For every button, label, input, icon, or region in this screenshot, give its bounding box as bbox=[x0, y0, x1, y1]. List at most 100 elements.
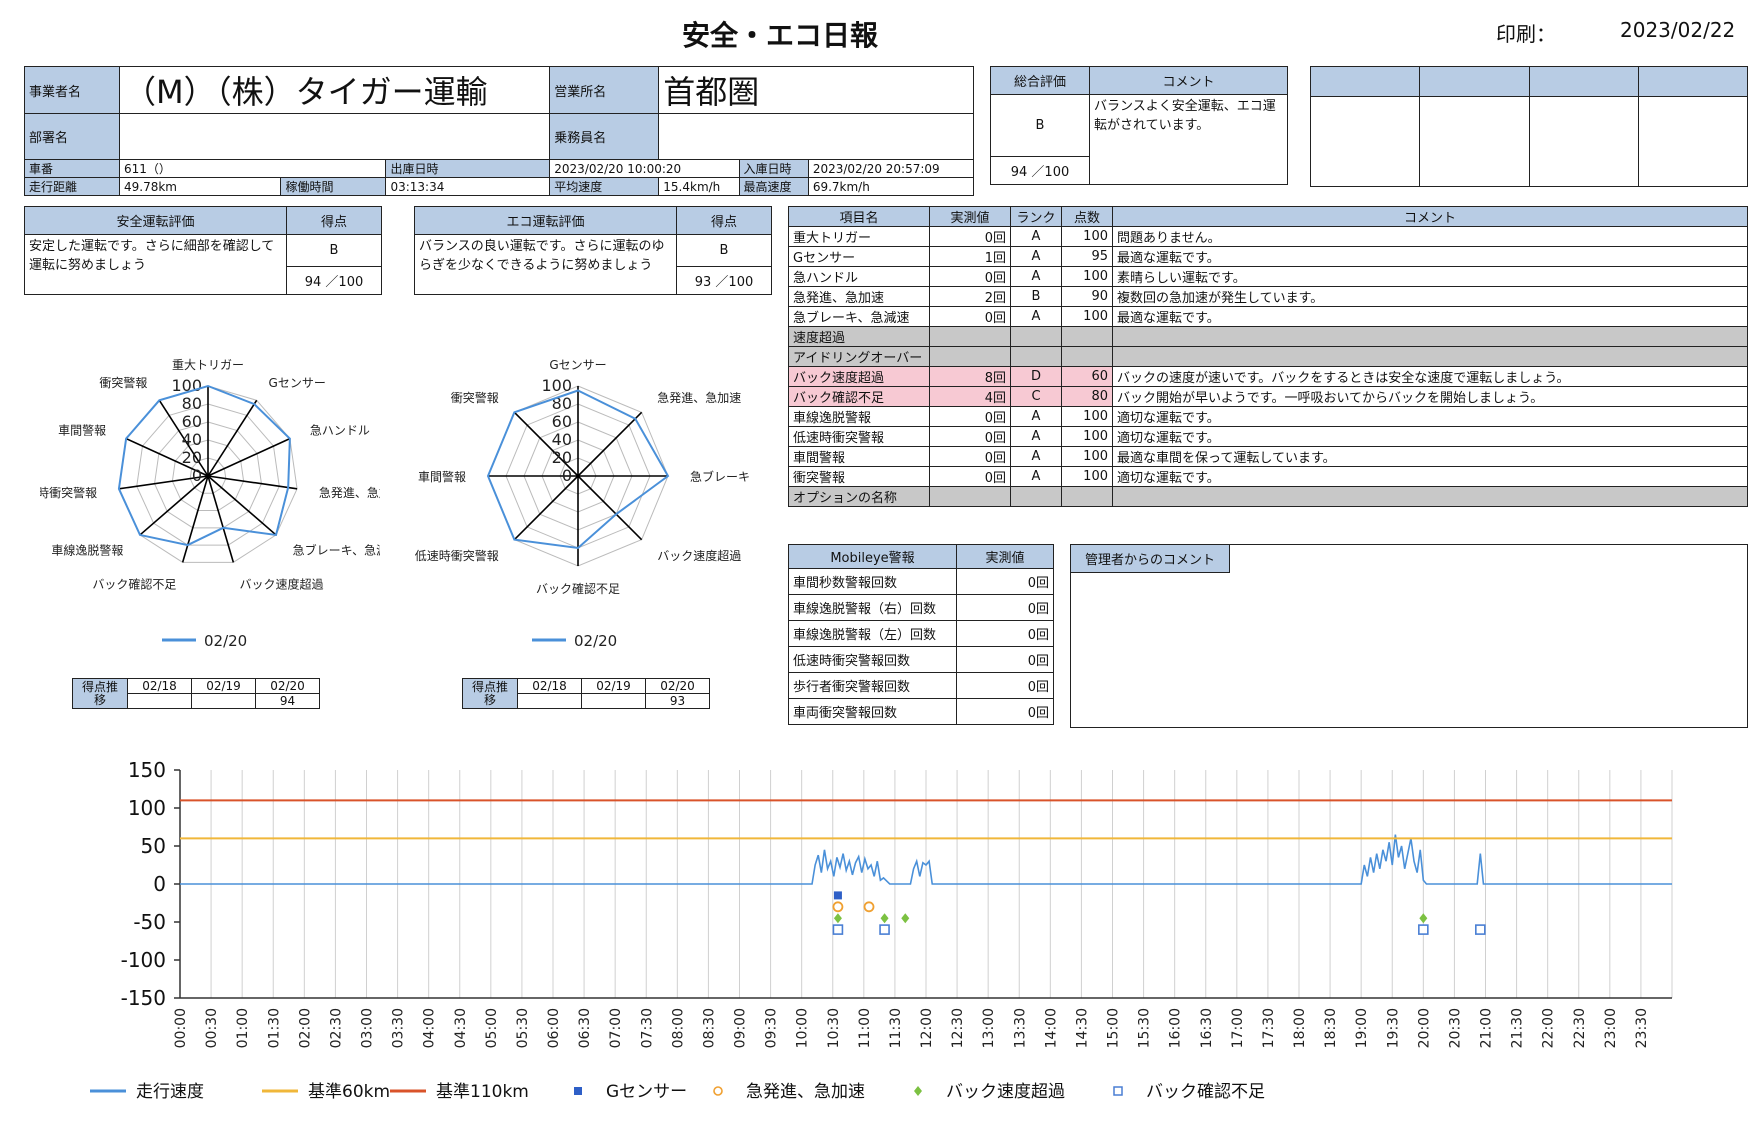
item-name: Gセンサー bbox=[788, 246, 930, 267]
out-label: 出庫日時 bbox=[385, 159, 551, 178]
item-val: 0回 bbox=[929, 406, 1011, 427]
radar-tick-label: 20 bbox=[552, 448, 572, 467]
manager-comment-text[interactable] bbox=[1071, 573, 1747, 581]
radar-axis-label: 衝突警報 bbox=[99, 375, 147, 390]
chart-xtick-label: 12:30 bbox=[950, 1008, 966, 1048]
chart-xtick-label: 23:00 bbox=[1603, 1008, 1619, 1048]
mobileye-val: 0回 bbox=[956, 568, 1054, 595]
item-name: 急ブレーキ、急減速 bbox=[788, 306, 930, 327]
items-head-val: 実測値 bbox=[929, 206, 1011, 227]
radar-tick-label: 20 bbox=[182, 448, 202, 467]
item-pts: 100 bbox=[1061, 266, 1113, 287]
item-val bbox=[929, 346, 1011, 367]
chart-xtick-label: 02:00 bbox=[297, 1008, 313, 1048]
item-rank: A bbox=[1010, 466, 1062, 487]
trend-date: 02/20 bbox=[255, 678, 320, 694]
stamp-head bbox=[1528, 66, 1639, 97]
item-name: 車間警報 bbox=[788, 446, 930, 467]
manager-comment-box: 管理者からのコメント bbox=[1070, 544, 1748, 728]
item-row: 低速時衝突警報 0回 A 100 適切な運転です。 bbox=[788, 426, 1748, 447]
item-row: バック確認不足 4回 C 80 バック開始が早いようです。一呼吸おいてからバックを開始し… bbox=[788, 386, 1748, 407]
marker-sudden-accel bbox=[832, 901, 844, 913]
mobileye-val: 0回 bbox=[956, 594, 1054, 621]
legend-label: 急発進、急加速 bbox=[746, 1082, 865, 1102]
item-row: 急ハンドル 0回 A 100 素晴らしい運転です。 bbox=[788, 266, 1748, 287]
radar-axis-label: 車間警報 bbox=[58, 422, 106, 437]
chart-xtick-label: 16:30 bbox=[1199, 1008, 1215, 1048]
chart-xtick-label: 23:30 bbox=[1634, 1008, 1650, 1048]
radar-axis-label: Gセンサー bbox=[549, 358, 606, 372]
chart-xtick-label: 06:30 bbox=[577, 1008, 593, 1048]
chart-ytick-label: -150 bbox=[121, 986, 166, 1010]
avg-label: 平均速度 bbox=[549, 177, 660, 196]
item-val: 0回 bbox=[929, 466, 1011, 487]
radar-axis-label: 低速時衝突警報 bbox=[40, 485, 97, 500]
chart-xtick-label: 01:30 bbox=[266, 1008, 282, 1048]
chart-xtick-label: 00:30 bbox=[204, 1008, 220, 1048]
item-cmt: バック開始が早いようです。一呼吸おいてからバックを開始しましょう。 bbox=[1112, 386, 1748, 407]
mobileye-row: 車線逸脱警報（右）回数 0回 bbox=[788, 594, 1054, 621]
marker-back-check bbox=[1418, 924, 1429, 935]
chart-xtick-label: 01:00 bbox=[235, 1008, 251, 1048]
item-rank bbox=[1010, 486, 1062, 507]
legend-swatch bbox=[713, 1086, 723, 1096]
item-name: バック速度超過 bbox=[788, 366, 930, 387]
radar-axis-label: バック速度超過 bbox=[240, 576, 324, 591]
eco-label: エコ運転評価 bbox=[414, 206, 677, 235]
radar-axis-label: バック確認不足 bbox=[92, 576, 176, 591]
items-head-name: 項目名 bbox=[788, 206, 930, 227]
item-row: 車線逸脱警報 0回 A 100 適切な運転です。 bbox=[788, 406, 1748, 427]
mobileye-name: 車線逸脱警報（右）回数 bbox=[788, 594, 957, 621]
stamp-box bbox=[1309, 96, 1421, 187]
item-rank bbox=[1010, 326, 1062, 347]
info-table: 事業者名 （M）（株）タイガー運輸 営業所名 首都圏 部署名 乗務員名 車番 6… bbox=[24, 66, 975, 196]
radar-axis-label: 急発進、急加速 bbox=[319, 485, 380, 500]
item-rank: A bbox=[1010, 306, 1062, 327]
item-rank: D bbox=[1010, 366, 1062, 387]
safety-grade: B bbox=[286, 234, 382, 267]
chart-xtick-label: 17:30 bbox=[1261, 1008, 1277, 1048]
item-val: 0回 bbox=[929, 426, 1011, 447]
item-pts: 80 bbox=[1061, 386, 1113, 407]
chart-xtick-label: 06:00 bbox=[546, 1008, 562, 1048]
radar-tick-label: 100 bbox=[541, 376, 572, 395]
radar-tick-label: 60 bbox=[182, 412, 202, 431]
mobileye-name: 車間秒数警報回数 bbox=[788, 568, 957, 595]
marker-gsensor bbox=[833, 891, 842, 900]
eco-score: 93 ／100 bbox=[676, 266, 772, 295]
item-row: 速度超過 bbox=[788, 326, 1748, 347]
eco-score-label: 得点 bbox=[676, 206, 772, 235]
item-cmt: 適切な運転です。 bbox=[1112, 406, 1748, 427]
stamp-head bbox=[1419, 66, 1530, 97]
item-rank: A bbox=[1010, 246, 1062, 267]
chart-xtick-label: 18:30 bbox=[1323, 1008, 1339, 1048]
chart-xtick-label: 02:30 bbox=[328, 1008, 344, 1048]
item-rank: A bbox=[1010, 446, 1062, 467]
item-val: 0回 bbox=[929, 266, 1011, 287]
item-cmt: 素晴らしい運転です。 bbox=[1112, 266, 1748, 287]
mobileye-row: 車両衝突警報回数 0回 bbox=[788, 698, 1054, 725]
trend-score bbox=[127, 693, 192, 709]
chart-xtick-label: 07:00 bbox=[608, 1008, 624, 1048]
radar-series-line bbox=[117, 384, 291, 547]
chart-xtick-label: 04:00 bbox=[422, 1008, 438, 1048]
item-name: 急発進、急加速 bbox=[788, 286, 930, 307]
mobileye-val: 0回 bbox=[956, 646, 1054, 673]
marker-back-speed bbox=[880, 913, 889, 924]
trend-date: 02/20 bbox=[645, 678, 710, 694]
chart-xtick-label: 13:30 bbox=[1012, 1008, 1028, 1048]
item-cmt: バックの速度が速いです。バックをするときは安全な速度で運転しましょう。 bbox=[1112, 366, 1748, 387]
items-table: 項目名 実測値 ランク 点数 コメント 重大トリガー 0回 A 100 問題ありません。… bbox=[788, 206, 1748, 507]
out-value: 2023/02/20 10:00:20 bbox=[549, 159, 740, 178]
safety-table: 安全運転評価 得点 安定した運転です。さらに細部を確認して運転に努めましょう B… bbox=[24, 206, 382, 295]
marker-sudden-accel bbox=[863, 901, 875, 913]
speed-chart: 00:00 00:30 01:00 01:30 02:00 02:30 03:00 03:30… bbox=[90, 758, 1673, 1102]
marker-back-speed bbox=[833, 913, 842, 924]
overall-table: 総合評価 コメント B バランスよく安全運転、エコ運転がされています。 94 ／… bbox=[990, 66, 1288, 185]
legend-label: 基準60km bbox=[308, 1082, 390, 1102]
radar-axis-label: Gセンサー bbox=[269, 376, 326, 390]
marker-back-check bbox=[1475, 924, 1486, 935]
item-val: 2回 bbox=[929, 286, 1011, 307]
legend-label: 基準110km bbox=[436, 1082, 529, 1102]
safety-label: 安全運転評価 bbox=[24, 206, 287, 235]
